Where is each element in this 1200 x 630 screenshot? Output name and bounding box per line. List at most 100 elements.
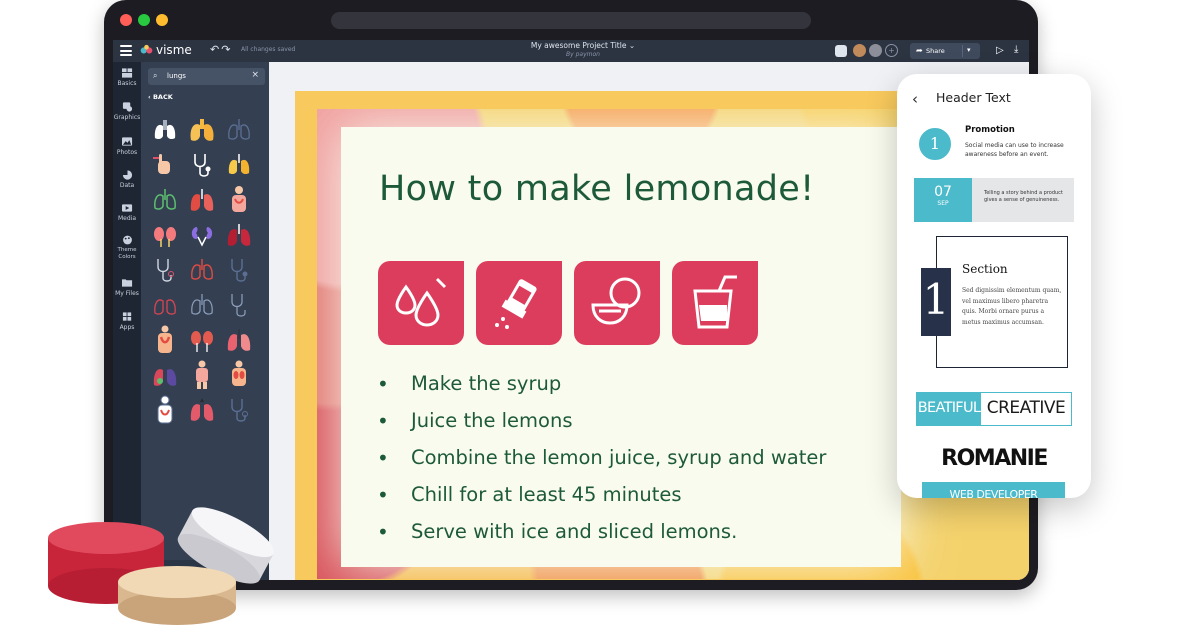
present-play-icon[interactable]: ▷ [996, 45, 1004, 56]
sidebar-item-basics[interactable]: Basics [113, 68, 141, 87]
lungs-icon[interactable] [186, 184, 218, 216]
graphics-icon [122, 102, 132, 112]
bullet-text[interactable]: Make the syrup [411, 372, 561, 395]
brand-banner-left: BEATIFUL [917, 393, 981, 425]
brand-name: visme [156, 43, 192, 57]
sidebar-item-photos[interactable]: Photos [113, 137, 141, 156]
slide-title[interactable]: How to make lemonade! [379, 169, 814, 209]
stethoscope-icon[interactable] [223, 254, 255, 286]
slide-bullet-list[interactable]: • Make the syrup • Juice the lemons • Combi… [377, 371, 826, 556]
bullet-text[interactable]: Serve with ice and sliced lemons. [411, 520, 737, 543]
sidebar-item-apps[interactable]: Apps [113, 312, 141, 331]
sugar-icon-tile[interactable] [476, 261, 562, 345]
bullet-dot: • [377, 409, 389, 433]
stethoscope-icon[interactable] [149, 254, 181, 286]
sidebar-item-my-files[interactable]: My Files [113, 278, 141, 297]
sidebar-item-label: Photos [116, 149, 138, 156]
kidneys-icon[interactable] [186, 324, 218, 356]
palette-icon [122, 235, 132, 245]
sidebar-item-label: Media [117, 215, 137, 222]
window-minimize-dot[interactable] [156, 14, 168, 26]
lemon-icon-tile[interactable] [574, 261, 660, 345]
save-status: All changes saved [241, 46, 296, 53]
lemonade-icon-tile[interactable] [672, 261, 758, 345]
sidebar-item-media[interactable]: Media [113, 203, 141, 222]
brand-banner-right: CREATIVE [986, 398, 1066, 418]
address-bar[interactable] [331, 12, 811, 29]
anatomy-icon[interactable] [149, 394, 181, 426]
anatomy-icon[interactable] [223, 359, 255, 391]
lungs-icon[interactable] [186, 289, 218, 321]
date-note: Telling a story behind a product gives a… [972, 178, 1074, 222]
lungs-icon[interactable] [149, 289, 181, 321]
promotion-title: Promotion [965, 125, 1015, 135]
anatomy-icon[interactable] [186, 359, 218, 391]
collaborator-avatar[interactable] [869, 44, 882, 57]
promotion-text: Social media can use to increase awarene… [965, 142, 1064, 158]
project-title[interactable]: My awesome Project Title ⌄ By paymon [513, 41, 653, 59]
share-label: Share [926, 47, 945, 55]
lungs-icon[interactable] [186, 394, 218, 426]
bullet-item[interactable]: • Combine the lemon juice, syrup and wate… [377, 445, 826, 482]
lungs-icon[interactable] [186, 254, 218, 286]
back-chevron-icon[interactable]: ‹ [912, 90, 918, 108]
search-value[interactable]: lungs [167, 72, 186, 80]
kidneys-icon[interactable] [149, 219, 181, 251]
bullet-item[interactable]: • Serve with ice and sliced lemons. [377, 519, 826, 556]
lungs-icon[interactable] [223, 114, 255, 146]
kidneys-icon[interactable] [186, 219, 218, 251]
hand-pulse-icon[interactable] [149, 149, 181, 181]
drops-icon-tile[interactable] [378, 261, 464, 345]
stethoscope-icon[interactable] [223, 394, 255, 426]
bullet-text[interactable]: Chill for at least 45 minutes [411, 483, 682, 506]
promotion-number-badge: 1 [919, 128, 951, 160]
share-button[interactable]: ➦ Share ▾ [910, 43, 980, 59]
download-icon[interactable]: ⤓ [1014, 44, 1018, 55]
share-icon: ➦ [916, 46, 923, 55]
back-label: BACK [152, 93, 173, 101]
stethoscope-icon[interactable] [223, 289, 255, 321]
lungs-icon[interactable] [149, 359, 181, 391]
tan-disc-shape [118, 566, 236, 625]
sidebar-item-label: Basics [117, 80, 137, 87]
add-collaborator-icon[interactable]: + [885, 44, 898, 57]
lungs-icon[interactable] [223, 219, 255, 251]
window-close-dot[interactable] [120, 14, 132, 26]
project-title-text[interactable]: My awesome Project Title [531, 41, 627, 50]
comments-icon[interactable] [835, 45, 847, 57]
bullet-text[interactable]: Combine the lemon juice, syrup and water [411, 446, 826, 469]
drops-icon [395, 277, 447, 327]
undo-redo-icons[interactable]: ↶↷ [210, 43, 232, 56]
lungs-icon[interactable] [149, 184, 181, 216]
close-icon[interactable]: × [251, 70, 259, 80]
search-input[interactable]: ⌕ lungs × [148, 68, 265, 85]
collaborator-avatar[interactable] [853, 44, 866, 57]
anatomy-icon[interactable] [223, 184, 255, 216]
anatomy-icon[interactable] [149, 324, 181, 356]
sidebar-item-label: Apps [119, 324, 135, 331]
share-divider [962, 45, 963, 57]
lungs-icon[interactable] [149, 114, 181, 146]
sidebar-item-label: Theme Colors [117, 247, 137, 260]
lungs-icon[interactable] [223, 149, 255, 181]
back-link[interactable]: ‹ BACK [148, 93, 173, 101]
project-author: By paymon [566, 51, 600, 58]
folder-icon [121, 279, 132, 287]
bullet-item[interactable]: • Juice the lemons [377, 408, 826, 445]
lungs-icon[interactable] [186, 114, 218, 146]
bullet-dot: • [377, 372, 389, 396]
slide-content-card[interactable]: How to make lemonade! • Make the syrup •… [341, 127, 901, 567]
bullet-item[interactable]: • Make the syrup [377, 371, 826, 408]
lungs-icon[interactable] [223, 324, 255, 356]
chevron-down-icon[interactable]: ▾ [967, 46, 971, 54]
window-zoom-dot[interactable] [138, 14, 150, 26]
stethoscope-icon[interactable] [186, 149, 218, 181]
bullet-item[interactable]: • Chill for at least 45 minutes [377, 482, 826, 519]
sidebar-item-data[interactable]: Data [113, 170, 141, 189]
sidebar-item-graphics[interactable]: Graphics [113, 102, 141, 121]
bullet-text[interactable]: Juice the lemons [411, 409, 573, 432]
phone-template-preview: ‹ Header Text 1 Promotion Social media c… [897, 74, 1091, 498]
section-title: Section [962, 262, 1008, 276]
sidebar-item-theme-colors[interactable]: Theme Colors [113, 235, 141, 261]
hamburger-menu-icon[interactable] [120, 45, 132, 56]
